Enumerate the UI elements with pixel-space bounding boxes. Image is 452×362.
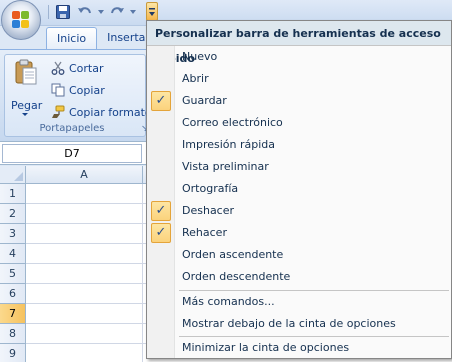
chevron-down-icon xyxy=(98,10,104,14)
menu-item-label: Orden ascendente xyxy=(182,248,284,261)
office-logo-icon xyxy=(12,11,30,29)
redo-icon xyxy=(111,7,124,14)
menu-item-label: Vista preliminar xyxy=(182,160,269,173)
checkmark-icon: ✓ xyxy=(151,201,171,221)
checkmark-icon: ✓ xyxy=(151,223,171,243)
row-header-3[interactable]: 3 xyxy=(0,224,26,244)
menu-item-label: Orden descendente xyxy=(182,270,291,283)
menu-item-mas-comandos[interactable]: Más comandos... xyxy=(147,291,451,313)
menu-item-orden-ascendente[interactable]: Orden ascendente xyxy=(147,244,451,266)
menu-title: Personalizar barra de herramientas de ac… xyxy=(147,21,451,65)
column-header-a[interactable]: A xyxy=(26,166,143,184)
office-button[interactable] xyxy=(1,0,41,40)
row-header-4[interactable]: 4 xyxy=(0,244,26,264)
menu-item-label: Abrir xyxy=(182,72,209,85)
menu-item-label: Nuevo xyxy=(182,50,218,63)
row-header-2[interactable]: 2 xyxy=(0,204,26,224)
menu-item-minimizar-cinta[interactable]: Minimizar la cinta de opciones xyxy=(147,337,451,359)
menu-item-label: Deshacer xyxy=(182,204,235,217)
menu-item-mostrar-debajo[interactable]: Mostrar debajo de la cinta de opciones xyxy=(147,313,451,335)
save-icon xyxy=(56,5,70,19)
menu-item-correo[interactable]: Correo electrónico xyxy=(147,112,451,134)
customize-qat-icon xyxy=(149,7,155,16)
menu-item-rehacer[interactable]: ✓ Rehacer xyxy=(147,222,451,244)
cut-label: Cortar xyxy=(69,61,104,75)
clipboard-group-label: Portapapeles xyxy=(39,123,105,134)
select-all-button[interactable] xyxy=(0,166,26,184)
format-painter-label: Copiar formato xyxy=(69,105,152,119)
customize-qat-menu: Personalizar barra de herramientas de ac… xyxy=(146,20,452,359)
menu-item-nuevo[interactable]: Nuevo xyxy=(147,46,451,68)
menu-item-deshacer[interactable]: ✓ Deshacer xyxy=(147,200,451,222)
menu-item-label: Mostrar debajo de la cinta de opciones xyxy=(182,317,396,330)
paste-label: Pegar xyxy=(11,99,43,112)
paste-button[interactable]: Pegar xyxy=(9,59,43,123)
menu-item-impresion-rapida[interactable]: Impresión rápida xyxy=(147,134,451,156)
format-painter-icon xyxy=(52,105,65,118)
name-box[interactable]: D7 xyxy=(2,144,142,163)
menu-item-label: Rehacer xyxy=(182,226,227,239)
chevron-down-icon xyxy=(22,113,28,116)
row-header-1[interactable]: 1 xyxy=(0,184,26,204)
undo-dropdown-button[interactable] xyxy=(97,3,105,21)
row-header-5[interactable]: 5 xyxy=(0,264,26,284)
cut-button[interactable]: Cortar xyxy=(51,59,104,77)
undo-icon xyxy=(78,7,91,14)
redo-button[interactable] xyxy=(107,3,127,21)
select-all-icon xyxy=(14,172,23,181)
tab-inicio[interactable]: Inicio xyxy=(46,27,98,49)
undo-button[interactable] xyxy=(75,3,95,21)
row-header-7[interactable]: 7 xyxy=(0,304,26,324)
menu-item-orden-descendente[interactable]: Orden descendente xyxy=(147,266,451,288)
menu-item-label: Más comandos... xyxy=(182,295,275,308)
scissors-icon xyxy=(51,61,65,75)
format-painter-button[interactable]: Copiar formato xyxy=(51,103,152,121)
ribbon-tabs: Inicio Insertar xyxy=(46,27,160,49)
menu-item-guardar[interactable]: ✓ Guardar xyxy=(147,90,451,112)
menu-item-label: Guardar xyxy=(182,94,227,107)
redo-dropdown-button[interactable] xyxy=(129,3,137,21)
chevron-down-icon xyxy=(130,10,136,14)
clipboard-icon xyxy=(15,59,37,85)
customize-qat-button[interactable] xyxy=(146,2,158,21)
menu-item-label: Ortografía xyxy=(182,182,239,195)
menu-item-vista-preliminar[interactable]: Vista preliminar xyxy=(147,156,451,178)
menu-item-label: Impresión rápida xyxy=(182,138,276,151)
clipboard-group: Pegar Cortar Copiar Copiar formato Porta… xyxy=(4,54,152,137)
menu-item-label: Correo electrónico xyxy=(182,116,283,129)
qat-separator xyxy=(48,5,49,19)
save-button[interactable] xyxy=(53,3,73,21)
quick-access-toolbar xyxy=(46,2,137,22)
copy-icon xyxy=(51,83,65,97)
menu-item-label: Minimizar la cinta de opciones xyxy=(182,341,350,354)
row-header-6[interactable]: 6 xyxy=(0,284,26,304)
menu-item-abrir[interactable]: Abrir xyxy=(147,68,451,90)
row-header-9[interactable]: 9 xyxy=(0,344,26,362)
copy-button[interactable]: Copiar xyxy=(51,81,105,99)
menu-item-ortografia[interactable]: Ortografía xyxy=(147,178,451,200)
copy-label: Copiar xyxy=(69,83,105,97)
checkmark-icon: ✓ xyxy=(151,91,171,111)
row-header-8[interactable]: 8 xyxy=(0,324,26,344)
